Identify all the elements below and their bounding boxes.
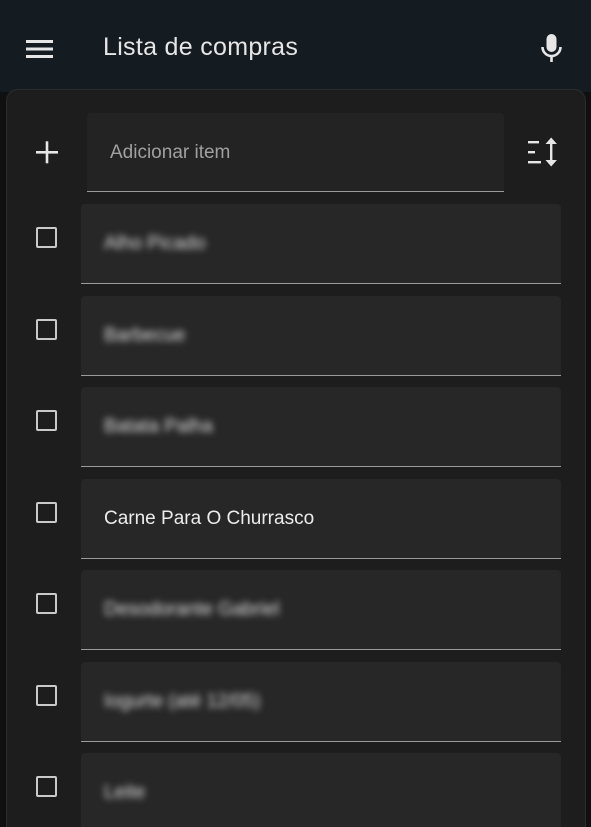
item-name-field[interactable]: Barbecue xyxy=(81,296,561,376)
plus-icon xyxy=(36,141,58,164)
shopping-list-app: Lista de compras Adicionar item Alho Pic… xyxy=(0,0,591,827)
item-name: Desodorante Gabriel xyxy=(104,599,280,620)
item-checkbox[interactable] xyxy=(36,502,57,523)
item-name: Carne Para O Churrasco xyxy=(104,508,315,529)
menu-button[interactable] xyxy=(20,29,60,69)
item-name-field[interactable]: Desodorante Gabriel xyxy=(81,570,561,650)
microphone-icon xyxy=(541,34,562,62)
item-name: Leite xyxy=(104,782,146,803)
list-item: Carne Para O Churrasco xyxy=(0,479,591,559)
item-name: Batata Palha xyxy=(104,416,213,437)
add-item-placeholder: Adicionar item xyxy=(110,142,231,163)
item-checkbox[interactable] xyxy=(36,685,57,706)
app-title: Lista de compras xyxy=(103,33,299,61)
item-name-field[interactable]: Batata Palha xyxy=(81,387,561,467)
sort-icon xyxy=(528,137,557,167)
item-name-field[interactable]: Leite xyxy=(81,753,561,827)
voice-input-button[interactable] xyxy=(532,28,572,68)
item-checkbox[interactable] xyxy=(36,227,57,248)
list-item: Leite xyxy=(0,753,591,827)
item-name: Alho Picado xyxy=(104,233,206,254)
item-checkbox[interactable] xyxy=(36,319,57,340)
item-name-field[interactable]: Alho Picado xyxy=(81,204,561,284)
list-item: Barbecue xyxy=(0,296,591,376)
top-app-bar: Lista de compras xyxy=(0,0,591,92)
item-name: Iogurte (até 12/05) xyxy=(104,691,261,712)
item-name: Barbecue xyxy=(104,325,186,346)
item-checkbox[interactable] xyxy=(36,593,57,614)
list-item: Desodorante Gabriel xyxy=(0,570,591,650)
list-item: Iogurte (até 12/05) xyxy=(0,662,591,742)
list-item: Batata Palha xyxy=(0,387,591,467)
item-checkbox[interactable] xyxy=(36,410,57,431)
menu-icon xyxy=(26,40,53,58)
item-checkbox[interactable] xyxy=(36,776,57,797)
item-name-field[interactable]: Iogurte (até 12/05) xyxy=(81,662,561,742)
sort-button[interactable] xyxy=(523,132,563,172)
add-item-button[interactable] xyxy=(27,132,67,172)
item-name-field[interactable]: Carne Para O Churrasco xyxy=(81,479,561,559)
list-item: Alho Picado xyxy=(0,204,591,284)
add-item-input[interactable]: Adicionar item xyxy=(87,113,504,192)
